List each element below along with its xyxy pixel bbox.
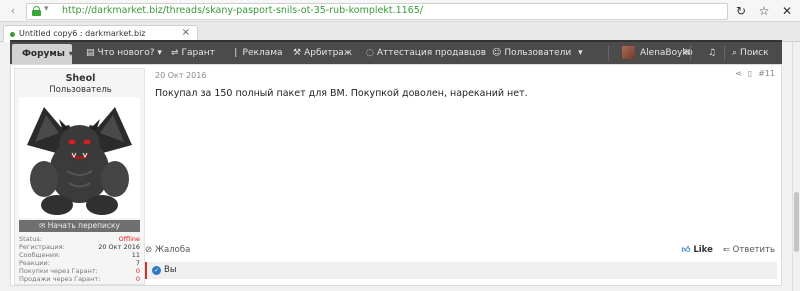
tab-strip: Untitled copy6 : darkmarket.biz × (0, 22, 800, 42)
nav-ads[interactable]: ❘ Реклама (232, 42, 283, 64)
stat-row: Сообщения: 11 (19, 251, 140, 259)
nav-search-label: Поиск (740, 48, 769, 58)
tab-title: Untitled copy6 : darkmarket.biz (19, 29, 146, 38)
nav-arbitration-label: Арбитраж (304, 48, 352, 58)
url-text[interactable]: http://darkmarket.biz/threads/skany-pasp… (62, 5, 423, 16)
handshake-icon: ⇌ (171, 48, 179, 58)
close-icon[interactable]: ✕ (780, 3, 794, 19)
stat-value: 0 (135, 275, 140, 283)
nav-divider (724, 45, 725, 61)
scrollbar-thumb[interactable] (794, 192, 799, 252)
stat-label: Status: (19, 235, 42, 243)
user-info: Sheol Пользователь ✉ Начать переписку St… (14, 68, 145, 285)
nav-forums-label: Форумы (22, 49, 65, 59)
nav-seller-cert-label: Аттестация продавцов (376, 48, 487, 58)
stat-value: 11 (131, 251, 140, 259)
forum-nav: Форумы ▾ ▤ Что нового? ▾ ⇌ Гарант ❘ Реклама … (10, 40, 782, 64)
stat-value: 7 (135, 259, 140, 267)
stat-label: Продажи через Гарант: (19, 275, 101, 283)
like-button[interactable]: 👍︎ Like (681, 245, 712, 255)
nav-users-label: Пользователи (504, 48, 572, 58)
reply-label: Ответить (732, 245, 775, 255)
report-link[interactable]: ⊘ Жалоба (145, 245, 190, 255)
bookmark-icon[interactable]: ▯ (748, 69, 752, 78)
nav-guarantee-label: Гарант (181, 48, 215, 58)
nav-ads-label: Реклама (242, 48, 283, 58)
share-icon[interactable]: ⋖ (735, 69, 742, 78)
bookmark-star-icon[interactable]: ☆ (757, 3, 771, 19)
nav-guarantee[interactable]: ⇌ Гарант (171, 42, 215, 64)
start-conversation-button[interactable]: ✉ Начать переписку (19, 220, 140, 232)
browser-toolbar: ‹ ▾ http://darkmarket.biz/threads/skany-… (0, 0, 800, 22)
inbox-icon[interactable]: ✉ (683, 42, 691, 64)
stat-row: Покупки через Гарант: 0 (19, 267, 140, 275)
comment-icon: ◌ (366, 48, 374, 58)
nav-divider (608, 45, 609, 61)
tab-close-icon[interactable]: × (182, 27, 190, 38)
scrollbar[interactable] (792, 42, 800, 291)
stat-value: Offline (118, 235, 140, 243)
chevron-down-icon: ▾ (68, 49, 73, 58)
nav-seller-cert[interactable]: ◌ Аттестация продавцов (366, 42, 486, 64)
stat-label: Реакции: (19, 259, 50, 267)
nav-users[interactable]: ☺ Пользователи ▾ (492, 42, 586, 64)
lock-icon[interactable] (32, 6, 41, 16)
post-author-name[interactable]: Sheol (15, 73, 146, 84)
stat-row: Регистрация: 20 Окт 2016 (19, 243, 140, 251)
stat-label: Покупки через Гарант: (19, 267, 98, 275)
warning-icon: ⊘ (145, 245, 155, 255)
users-icon: ☺ (492, 48, 502, 58)
thumbs-up-icon: 👍︎ (681, 245, 694, 255)
nav-search[interactable]: ⌕ Поиск (732, 42, 769, 64)
post-actions: ⋖ ▯ #11 (735, 69, 775, 78)
reply-icon: ⇐ (722, 245, 733, 255)
nav-whats-new-label: Что нового? (97, 48, 155, 58)
start-conversation-label: Начать переписку (47, 221, 120, 230)
like-label: Like (693, 245, 713, 255)
stat-value: 20 Окт 2016 (98, 243, 140, 251)
envelope-icon: ✉ (39, 221, 48, 230)
author-stats: Status: Offline Регистрация: 20 Окт 2016 С… (19, 235, 140, 283)
chevron-down-icon: ▾ (578, 48, 583, 58)
post-number[interactable]: #11 (758, 69, 775, 78)
bell-icon[interactable]: ♫ (708, 42, 716, 64)
like-reaction-icon: ✓ (152, 266, 161, 275)
stat-row: Продажи через Гарант: 0 (19, 275, 140, 283)
gavel-icon: ⚒ (293, 48, 302, 58)
avatar[interactable] (622, 46, 635, 59)
author-avatar[interactable] (19, 97, 140, 218)
post: Sheol Пользователь ✉ Начать переписку St… (10, 64, 782, 286)
reactions-text[interactable]: Вы (164, 265, 177, 275)
chevron-down-icon[interactable]: ▾ (44, 4, 49, 14)
stat-value: 0 (135, 267, 140, 275)
ad-icon: ❘ (232, 48, 240, 58)
post-footer-actions: 👍︎ Like ⇐ Ответить (681, 245, 775, 255)
reload-icon[interactable]: ↻ (734, 3, 748, 19)
post-date[interactable]: 20 Окт 2016 (155, 71, 206, 80)
report-label: Жалоба (154, 245, 191, 255)
stat-row: Реакции: 7 (19, 259, 140, 267)
nav-forums[interactable]: Форумы ▾ (12, 44, 73, 64)
reply-button[interactable]: ⇐ Ответить (723, 245, 775, 255)
nav-whats-new[interactable]: ▤ Что нового? ▾ (86, 42, 165, 64)
post-body: Покупал за 150 полный пакет для ВМ. Поку… (155, 88, 528, 99)
search-icon: ⌕ (732, 48, 738, 58)
tab-favicon-icon (10, 32, 15, 37)
stat-row: Status: Offline (19, 235, 140, 243)
nav-arbitration[interactable]: ⚒ Арбитраж (293, 42, 352, 64)
reactions-bar[interactable]: ✓ Вы (145, 262, 777, 279)
newspaper-icon: ▤ (86, 48, 95, 58)
post-author-title: Пользователь (49, 85, 112, 95)
stat-label: Сообщения: (19, 251, 61, 259)
chevron-down-icon: ▾ (157, 48, 162, 58)
back-icon[interactable]: ‹ (6, 4, 20, 18)
stat-label: Регистрация: (19, 243, 65, 251)
